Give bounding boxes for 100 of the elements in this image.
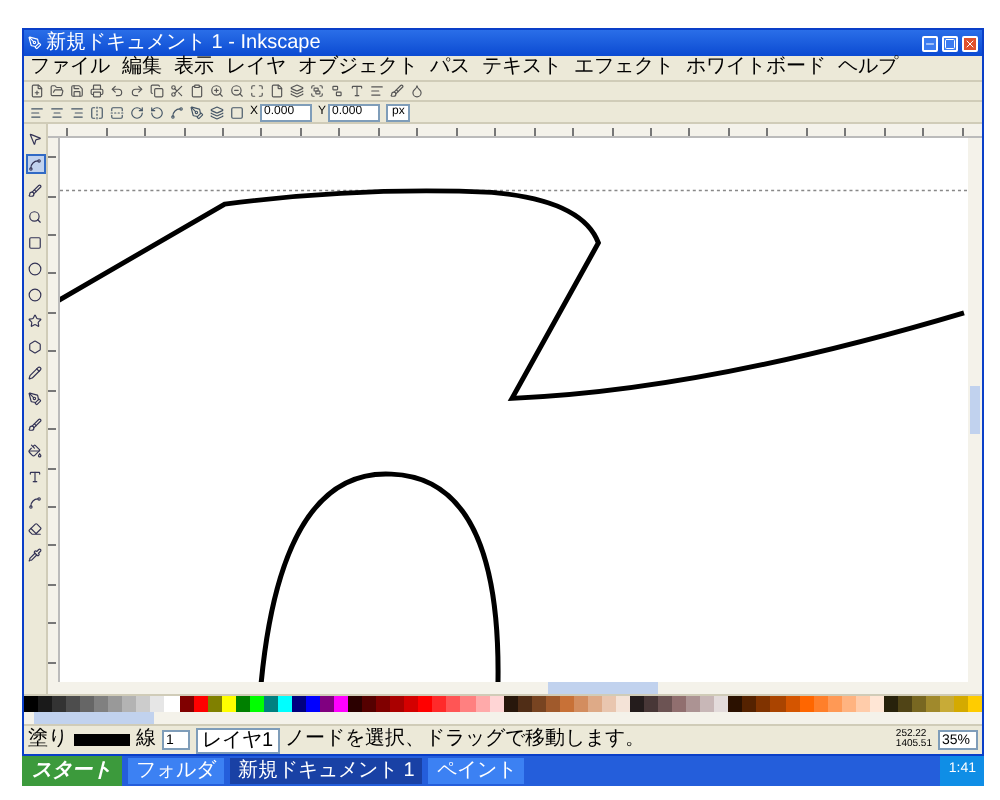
color-swatch[interactable] bbox=[362, 696, 377, 712]
align-left-icon[interactable] bbox=[30, 105, 44, 119]
ungroup-icon[interactable] bbox=[330, 84, 344, 98]
layers-icon[interactable] bbox=[210, 105, 224, 119]
horizontal-scrollbar[interactable] bbox=[48, 682, 982, 694]
color-swatch[interactable] bbox=[38, 696, 53, 712]
menu-item[interactable]: ヘルプ bbox=[838, 58, 898, 78]
color-swatch[interactable] bbox=[334, 696, 349, 712]
palette-scrollbar[interactable] bbox=[24, 712, 982, 724]
tool-button[interactable] bbox=[25, 284, 45, 304]
tool-button[interactable] bbox=[25, 232, 45, 252]
scissors-icon[interactable] bbox=[170, 84, 184, 98]
group-icon[interactable] bbox=[310, 84, 324, 98]
tool-button[interactable] bbox=[25, 518, 45, 538]
undo-icon[interactable] bbox=[110, 84, 124, 98]
color-swatch[interactable] bbox=[770, 696, 786, 712]
layers-icon[interactable] bbox=[290, 84, 304, 98]
color-swatch[interactable] bbox=[672, 696, 687, 712]
redo-icon[interactable] bbox=[130, 84, 144, 98]
color-swatch[interactable] bbox=[66, 696, 81, 712]
tool-button[interactable] bbox=[25, 258, 45, 278]
menu-item[interactable]: テキスト bbox=[482, 58, 562, 78]
tool-button[interactable] bbox=[25, 154, 45, 174]
tool-button[interactable] bbox=[25, 440, 45, 460]
color-swatch[interactable] bbox=[432, 696, 447, 712]
color-swatch[interactable] bbox=[630, 696, 645, 712]
tool-button[interactable] bbox=[25, 128, 45, 148]
tool-button[interactable] bbox=[25, 336, 45, 356]
start-button[interactable]: スタート bbox=[22, 756, 122, 786]
color-swatch[interactable] bbox=[658, 696, 673, 712]
color-swatch[interactable] bbox=[714, 696, 729, 712]
zoom-out-icon[interactable] bbox=[230, 84, 244, 98]
align-right-icon[interactable] bbox=[70, 105, 84, 119]
menu-item[interactable]: ホワイトボード bbox=[686, 58, 826, 78]
color-swatch[interactable] bbox=[728, 696, 743, 712]
color-swatch[interactable] bbox=[80, 696, 95, 712]
rotate-back-icon[interactable] bbox=[150, 105, 164, 119]
menu-item[interactable]: エフェクト bbox=[574, 58, 674, 78]
document-icon[interactable] bbox=[270, 84, 284, 98]
fit-icon[interactable] bbox=[250, 84, 264, 98]
tool-button[interactable] bbox=[25, 466, 45, 486]
folder-icon[interactable] bbox=[50, 84, 64, 98]
tool-button[interactable] bbox=[25, 388, 45, 408]
square-icon[interactable] bbox=[230, 105, 244, 119]
color-swatch[interactable] bbox=[644, 696, 659, 712]
color-swatch[interactable] bbox=[968, 696, 983, 712]
curve-icon[interactable] bbox=[170, 105, 184, 119]
taskbar-button[interactable]: フォルダ bbox=[128, 758, 224, 784]
layer-dropdown[interactable]: レイヤ1 bbox=[196, 727, 280, 753]
menu-item[interactable]: 編集 bbox=[122, 58, 162, 78]
color-swatch[interactable] bbox=[376, 696, 391, 712]
color-swatch[interactable] bbox=[164, 696, 180, 712]
text-icon[interactable] bbox=[350, 84, 364, 98]
flip-horizontal-icon[interactable] bbox=[90, 105, 104, 119]
close-button[interactable] bbox=[962, 35, 978, 51]
clipboard-icon[interactable] bbox=[190, 84, 204, 98]
brush-icon[interactable] bbox=[390, 84, 404, 98]
tool-button[interactable] bbox=[25, 414, 45, 434]
color-swatch[interactable] bbox=[122, 696, 137, 712]
color-swatch[interactable] bbox=[390, 696, 405, 712]
vertical-scrollbar[interactable] bbox=[968, 138, 982, 682]
color-swatch[interactable] bbox=[700, 696, 715, 712]
tool-button[interactable] bbox=[25, 362, 45, 382]
save-icon[interactable] bbox=[70, 84, 84, 98]
tool-button[interactable] bbox=[25, 206, 45, 226]
flip-vertical-icon[interactable] bbox=[110, 105, 124, 119]
copy-icon[interactable] bbox=[150, 84, 164, 98]
droplet-icon[interactable] bbox=[410, 84, 424, 98]
color-swatch[interactable] bbox=[686, 696, 701, 712]
taskbar-button[interactable]: 新規ドキュメント 1 bbox=[230, 758, 423, 784]
menu-item[interactable]: オブジェクト bbox=[298, 58, 418, 78]
color-swatch[interactable] bbox=[150, 696, 165, 712]
menu-item[interactable]: 表示 bbox=[174, 58, 214, 78]
tool-button[interactable] bbox=[25, 180, 45, 200]
minimize-button[interactable] bbox=[922, 35, 938, 51]
color-swatch[interactable] bbox=[52, 696, 67, 712]
color-swatch[interactable] bbox=[940, 696, 955, 712]
color-swatch[interactable] bbox=[954, 696, 969, 712]
align-center-icon[interactable] bbox=[50, 105, 64, 119]
tool-button[interactable] bbox=[25, 544, 45, 564]
printer-icon[interactable] bbox=[90, 84, 104, 98]
color-swatch[interactable] bbox=[418, 696, 433, 712]
color-swatch[interactable] bbox=[108, 696, 123, 712]
menu-item[interactable]: ファイル bbox=[30, 58, 110, 78]
color-swatch[interactable] bbox=[136, 696, 151, 712]
color-swatch[interactable] bbox=[742, 696, 757, 712]
color-swatch[interactable] bbox=[460, 696, 475, 712]
rotate-icon[interactable] bbox=[130, 105, 144, 119]
menu-item[interactable]: レイヤ bbox=[226, 58, 286, 78]
color-swatch[interactable] bbox=[94, 696, 109, 712]
maximize-button[interactable] bbox=[942, 35, 958, 51]
zoom-in-icon[interactable] bbox=[210, 84, 224, 98]
color-swatch[interactable] bbox=[24, 696, 39, 712]
menu-item[interactable]: パス bbox=[430, 58, 470, 78]
align-icon[interactable] bbox=[370, 84, 384, 98]
color-swatch[interactable] bbox=[756, 696, 771, 712]
color-swatch[interactable] bbox=[348, 696, 363, 712]
taskbar-button[interactable]: ペイント bbox=[428, 758, 525, 784]
new-file-icon[interactable] bbox=[30, 84, 44, 98]
color-swatch[interactable] bbox=[926, 696, 941, 712]
